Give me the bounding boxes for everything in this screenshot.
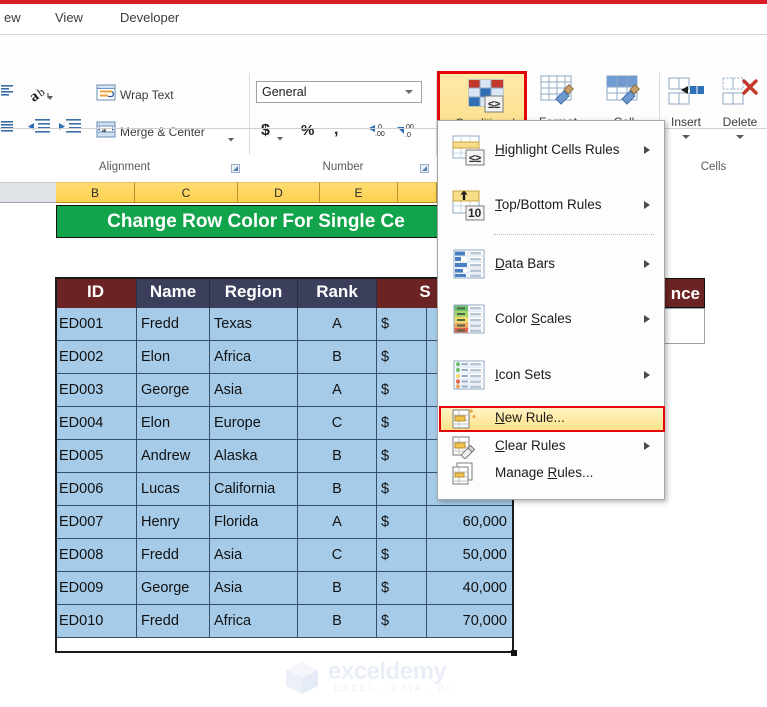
- decrease-decimal-icon[interactable]: .00 .0: [394, 121, 418, 139]
- watermark-name: exceldemy: [328, 658, 447, 685]
- ribbon-tab-view[interactable]: View: [55, 10, 83, 25]
- delete-cells-icon[interactable]: [722, 77, 760, 107]
- percent-format-button[interactable]: %: [301, 122, 314, 139]
- svg-text:.00: .00: [375, 131, 385, 138]
- svg-text:a: a: [102, 125, 106, 134]
- menu-separator: [494, 234, 654, 235]
- column-header-d[interactable]: D: [238, 182, 320, 203]
- wrap-text-label[interactable]: Wrap Text: [120, 88, 174, 102]
- menu-item-icon-sets[interactable]: [439, 348, 665, 403]
- menu-item-data-bars[interactable]: [439, 237, 665, 292]
- menu-item-clear-rules[interactable]: [439, 433, 665, 460]
- delete-label[interactable]: Delete: [714, 115, 766, 129]
- menu-item-manage-rules[interactable]: [439, 460, 665, 487]
- insert-cells-icon[interactable]: [668, 77, 706, 107]
- conditional-formatting-menu: ≤ ≥ Highlight Cells Rules 10 Top/Bottom Rule…: [437, 120, 665, 500]
- ribbon: a b Wrap Text a Merge & Center Alignment…: [0, 35, 767, 173]
- worksheet-title: Change Row Color For Single Ce: [56, 205, 456, 238]
- fill-handle[interactable]: [511, 650, 517, 656]
- format-as-table-icon[interactable]: [540, 75, 576, 107]
- decrease-indent-icon[interactable]: [26, 117, 52, 137]
- exceldemy-watermark: exceldemy EXCEL - DATA - BI: [284, 658, 484, 700]
- conditional-formatting-icon: ≤ ≥: [467, 78, 507, 114]
- column-header-f[interactable]: [398, 182, 437, 203]
- number-format-select[interactable]: General: [256, 81, 422, 103]
- svg-text:.0: .0: [405, 132, 411, 139]
- group-separator-1: [249, 73, 250, 155]
- menu-item-new-rule[interactable]: [439, 406, 665, 432]
- ribbon-tab-developer[interactable]: Developer: [120, 10, 179, 25]
- group-label-alignment: Alignment: [98, 161, 151, 173]
- menu-item-top-bottom-rules[interactable]: [439, 178, 665, 233]
- merge-center-chevron-down-icon[interactable]: [227, 130, 235, 142]
- column-header-e[interactable]: E: [320, 182, 398, 203]
- group-label-number: Number: [322, 161, 364, 173]
- comma-format-button[interactable]: ,: [334, 121, 338, 139]
- excel-window: ew View Developer a b Wrap Text a Merge …: [0, 0, 767, 707]
- insert-chevron-down-icon[interactable]: [682, 135, 690, 139]
- column-header-c[interactable]: C: [135, 182, 238, 203]
- menu-item-highlight-cells-rules[interactable]: [439, 123, 665, 178]
- wrap-text-icon[interactable]: [96, 83, 116, 103]
- accounting-chevron-down-icon[interactable]: [276, 129, 284, 141]
- exceldemy-logo-icon: [286, 662, 318, 694]
- merge-center-icon[interactable]: a: [96, 121, 116, 139]
- svg-text:≥: ≥: [494, 99, 500, 111]
- number-format-chevron-down-icon[interactable]: [405, 90, 413, 94]
- ribbon-tab-bar: ew View Developer: [0, 4, 767, 34]
- number-dialog-launcher[interactable]: [420, 161, 430, 173]
- cell-styles-icon[interactable]: [606, 75, 642, 107]
- accounting-format-button[interactable]: $: [261, 122, 270, 140]
- menu-item-color-scales[interactable]: [439, 292, 665, 347]
- align-justify-icon[interactable]: [0, 119, 14, 133]
- delete-chevron-down-icon[interactable]: [736, 135, 744, 139]
- select-all-corner[interactable]: [0, 182, 56, 203]
- increase-decimal-icon[interactable]: .0 .00: [365, 121, 389, 139]
- ribbon-tab-review[interactable]: ew: [4, 10, 21, 25]
- align-left-icon[interactable]: [0, 83, 14, 97]
- increase-indent-icon[interactable]: [57, 117, 83, 137]
- watermark-tagline: EXCEL - DATA - BI: [334, 683, 452, 694]
- column-header-b[interactable]: B: [56, 182, 135, 203]
- text-orientation-icon[interactable]: a b: [26, 81, 56, 106]
- group-label-cells: Cells: [700, 161, 727, 173]
- alignment-dialog-launcher[interactable]: [231, 161, 241, 173]
- insert-label[interactable]: Insert: [660, 115, 712, 129]
